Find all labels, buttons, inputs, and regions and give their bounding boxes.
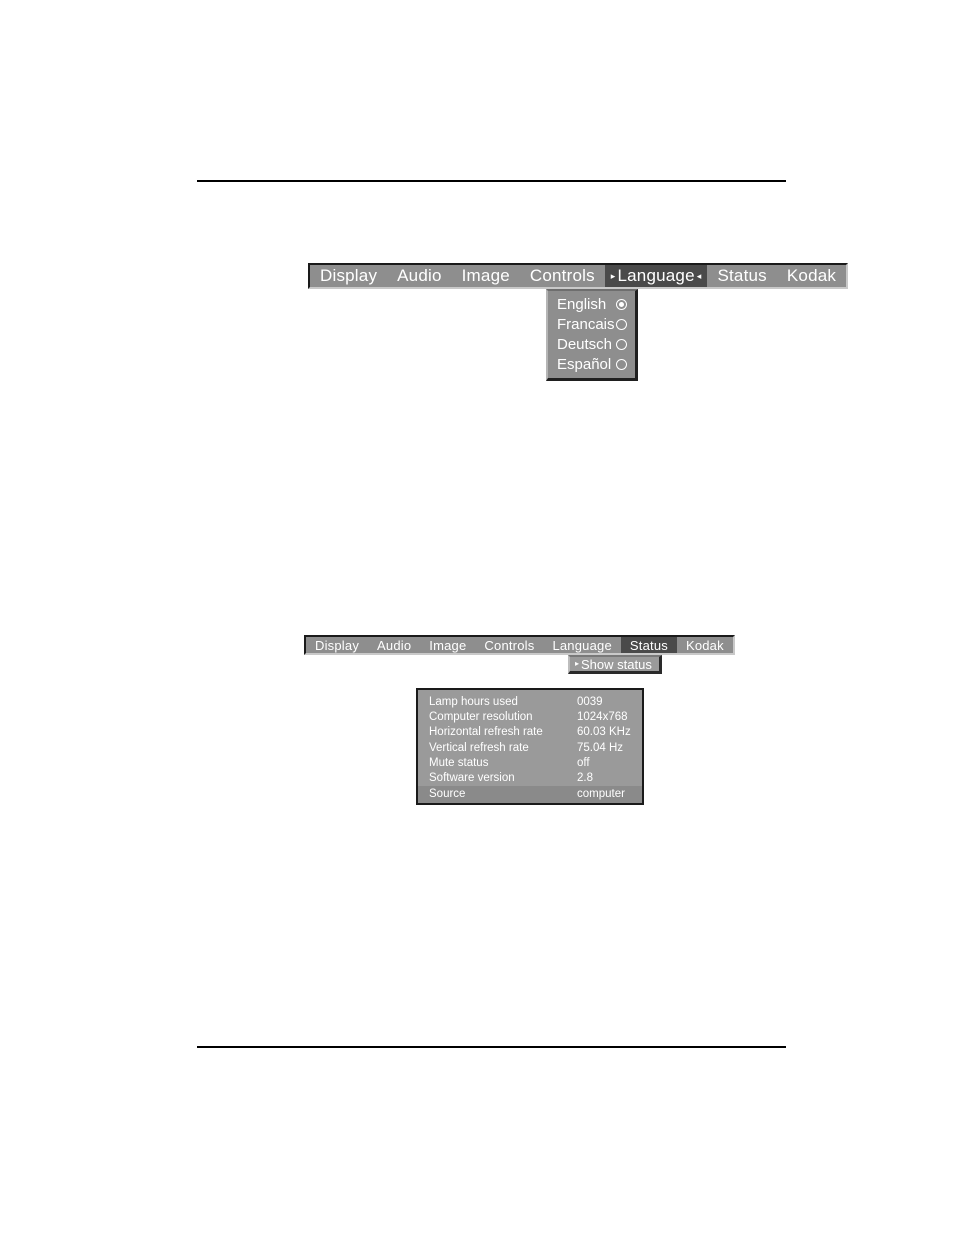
menu-item-label: Language [617,266,695,285]
status-value: 1024x768 [577,710,628,723]
menu-item-language[interactable]: ▸ Language ◂ [604,265,708,287]
radio-button-icon[interactable] [616,318,627,330]
status-value: 2.8 [577,772,593,785]
menu-item-image[interactable]: Image [420,637,475,653]
triangle-right-icon: ▸ [610,270,616,281]
menu-item-label: Display [315,637,360,653]
radio-button-icon[interactable] [616,338,627,350]
status-label: Software version [429,772,515,785]
status-value: 60.03 KHz [577,726,631,739]
menu-item-display[interactable]: Display [310,265,387,287]
language-option-label: Español [557,355,612,373]
menu-item-controls[interactable]: Controls [520,265,605,287]
menu-item-controls[interactable]: Controls [475,637,543,653]
status-label: Mute status [429,756,489,769]
status-row: Software version 2.8 [418,770,642,785]
menu-item-label: Kodak [786,266,837,285]
show-status-menu-item[interactable]: ▸ Show status [568,655,662,674]
menu-item-label: Status [629,637,668,653]
menu-item-audio[interactable]: Audio [387,265,451,287]
status-panel: Lamp hours used 0039 Computer resolution… [416,688,644,805]
menu-item-label: Controls [484,637,535,653]
menu-item-status[interactable]: Status [707,265,776,287]
status-row: Mute status off [418,755,642,770]
menu-item-kodak[interactable]: Kodak [677,637,733,653]
language-option-label: Deutsch [557,335,613,353]
status-label: Computer resolution [429,710,533,723]
menu-item-label: Status [717,266,767,285]
status-value: 75.04 Hz [577,741,624,754]
page-rule-top [197,180,786,182]
status-label: Vertical refresh rate [429,741,529,754]
menu-item-label: Kodak [685,637,724,653]
radio-button-icon[interactable] [616,298,627,310]
status-row: Vertical refresh rate 75.04 Hz [418,740,642,755]
menu-item-status[interactable]: Status [620,637,677,653]
osd-menubar-language: Display Audio Image Controls ▸ Language … [308,263,849,289]
menu-item-label: Audio [397,266,442,285]
menu-item-label: Image [461,266,510,285]
menu-item-label: Audio [377,637,412,653]
menu-item-label: Image [429,637,467,653]
language-dropdown-panel: English Francais Deutsch Español [546,289,638,381]
status-value: computer [577,788,625,801]
menu-item-image[interactable]: Image [452,265,520,287]
language-option-label: Francais [557,315,615,333]
menu-item-label: Display [320,266,378,285]
triangle-right-icon: ▸ [575,659,580,668]
menu-item-display[interactable]: Display [306,637,368,653]
status-label: Source [429,788,466,801]
language-option-label: English [557,295,607,313]
status-label: Horizontal refresh rate [429,726,543,739]
language-option-english[interactable]: English [548,294,635,314]
menu-item-label: Controls [529,266,595,285]
status-value: off [577,756,590,769]
show-status-label: Show status [581,656,652,672]
page-rule-bottom [197,1046,786,1048]
radio-button-icon[interactable] [616,358,627,370]
menu-item-language[interactable]: Language [543,637,620,653]
menu-item-audio[interactable]: Audio [368,637,420,653]
triangle-left-icon: ◂ [696,270,702,281]
status-row: Lamp hours used 0039 [418,694,642,709]
menu-item-kodak[interactable]: Kodak [777,265,846,287]
language-option-francais[interactable]: Francais [548,314,635,334]
status-row: Horizontal refresh rate 60.03 KHz [418,725,642,740]
menu-item-label: Language [552,637,612,653]
status-row: Source computer [418,785,642,803]
status-value: 0039 [577,695,603,708]
language-option-espanol[interactable]: Español [548,354,635,374]
osd-menubar-status: Display Audio Image Controls Language St… [304,635,735,655]
status-row: Computer resolution 1024x768 [418,709,642,724]
language-option-deutsch[interactable]: Deutsch [548,334,635,354]
status-label: Lamp hours used [429,695,518,708]
